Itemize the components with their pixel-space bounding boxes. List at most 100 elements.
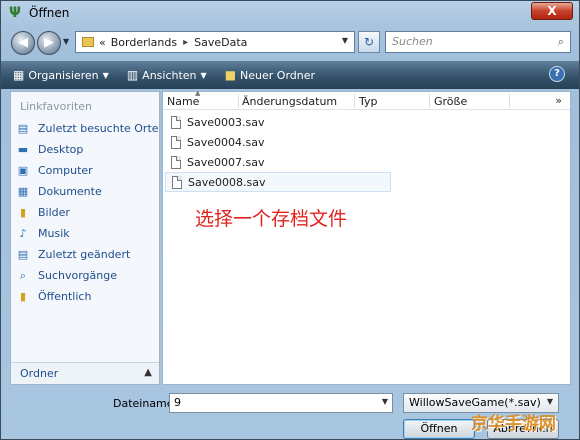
address-row: ◀ ▶ ▼ « Borderlands ▸ SaveData ▼ ↻ Suche… — [1, 27, 579, 59]
breadcrumb-prefix[interactable]: « — [99, 36, 106, 49]
public-folder-icon: ▮ — [19, 290, 27, 303]
window-title: Öffnen — [29, 6, 70, 20]
more-columns-icon[interactable]: » — [555, 94, 562, 107]
search-placeholder: Suchen — [392, 35, 433, 48]
new-folder-label: Neuer Ordner — [240, 68, 316, 82]
folders-label: Ordner — [20, 367, 59, 380]
file-name: Save0003.sav — [187, 115, 265, 129]
sidebar-item-label: Computer — [38, 164, 93, 177]
refresh-button[interactable]: ↻ — [358, 31, 380, 53]
file-icon — [171, 115, 181, 129]
file-name: Save0008.sav — [188, 175, 266, 189]
views-label: Ansichten — [142, 68, 197, 82]
column-modified[interactable]: Änderungsdatum — [242, 95, 337, 108]
app-icon: Ψ — [9, 5, 21, 21]
column-divider[interactable] — [238, 94, 239, 108]
file-icon — [171, 135, 181, 149]
chevron-down-icon: ▼ — [200, 70, 207, 80]
file-row[interactable]: Save0003.sav — [163, 112, 393, 132]
file-list: Name ▲ Änderungsdatum Typ Größe » Save00… — [162, 89, 571, 385]
folders-toggle[interactable]: Ordner ▲ — [11, 362, 159, 384]
filename-value: 9 — [174, 396, 181, 409]
new-folder-button[interactable]: ■ Neuer Ordner — [225, 68, 315, 82]
views-icon: ▥ — [126, 68, 139, 82]
back-button[interactable]: ◀ — [11, 31, 35, 55]
column-divider[interactable] — [354, 94, 355, 108]
breadcrumb-savedata[interactable]: SaveData — [194, 36, 247, 49]
address-dropdown-icon[interactable]: ▼ — [342, 36, 348, 45]
breadcrumb-borderlands[interactable]: Borderlands — [111, 36, 177, 49]
sidebar-item-computer[interactable]: ▣ Computer — [11, 160, 159, 181]
file-icon — [172, 175, 182, 189]
watermark-logo: 京华手游网 — [471, 414, 556, 434]
file-name: Save0004.sav — [187, 135, 265, 149]
column-divider[interactable] — [429, 94, 430, 108]
chevron-down-icon: ▼ — [546, 397, 553, 406]
computer-icon: ▣ — [17, 164, 29, 177]
filetype-value: WillowSaveGame(*.sav) — [409, 396, 541, 409]
file-row[interactable]: Save0007.sav — [163, 152, 393, 172]
sidebar-item-label: Zuletzt besuchte Orte — [38, 122, 159, 135]
sidebar-item-label: Zuletzt geändert — [38, 248, 131, 261]
sidebar-item-music[interactable]: ♪ Musik — [11, 223, 159, 244]
file-row[interactable]: Save0004.sav — [163, 132, 393, 152]
column-divider[interactable] — [509, 94, 510, 108]
forward-arrow-icon: ▶ — [44, 35, 54, 50]
sidebar-item-label: Suchvorgänge — [38, 269, 117, 282]
searches-icon: ⌕ — [19, 268, 27, 282]
sidebar-item-documents[interactable]: ▦ Dokumente — [11, 181, 159, 202]
sidebar-item-recent-places[interactable]: ▤ Zuletzt besuchte Orte — [11, 118, 159, 139]
breadcrumb-separator-icon[interactable]: ▸ — [183, 37, 188, 48]
search-input[interactable]: Suchen ⌕ — [385, 31, 571, 53]
chevron-up-icon: ▲ — [144, 367, 152, 378]
file-row[interactable]: Save0008.sav — [165, 172, 391, 192]
address-bar[interactable]: « Borderlands ▸ SaveData ▼ — [75, 31, 355, 53]
sidebar-item-searches[interactable]: ⌕ Suchvorgänge — [11, 265, 159, 286]
annotation-text: 选择一个存档文件 — [195, 208, 348, 230]
favorites-heading: Linkfavoriten — [20, 100, 93, 113]
sidebar-item-label: Musik — [38, 227, 70, 240]
organize-button[interactable]: ▦ Organisieren ▼ — [13, 68, 109, 82]
forward-button[interactable]: ▶ — [37, 31, 61, 55]
documents-icon: ▦ — [17, 185, 29, 198]
open-button[interactable]: Öffnen — [403, 419, 475, 439]
column-type[interactable]: Typ — [359, 95, 378, 108]
chevron-down-icon: ▼ — [102, 70, 109, 80]
back-arrow-icon: ◀ — [18, 35, 28, 50]
title-bar: Ψ Öffnen X — [1, 1, 579, 25]
chevron-down-icon[interactable]: ▼ — [382, 397, 388, 406]
music-icon: ♪ — [19, 227, 27, 240]
command-toolbar: ▦ Organisieren ▼ ▥ Ansichten ▼ ■ Neuer O… — [1, 61, 579, 89]
refresh-icon: ↻ — [363, 35, 375, 49]
column-size[interactable]: Größe — [434, 95, 467, 108]
recent-places-icon: ▤ — [17, 122, 29, 135]
sidebar-item-label: Öffentlich — [38, 290, 92, 303]
organize-icon: ▦ — [13, 68, 25, 82]
sidebar-item-public-folder[interactable]: ▮ Öffentlich — [11, 286, 159, 307]
search-icon[interactable]: ⌕ — [558, 35, 564, 49]
organize-label: Organisieren — [28, 68, 99, 82]
sidebar-item-label: Desktop — [38, 143, 84, 156]
sidebar-item-label: Dokumente — [38, 185, 102, 198]
filename-input[interactable]: 9 ▼ — [169, 393, 393, 413]
close-button[interactable]: X — [531, 2, 573, 20]
folder-icon — [82, 37, 94, 47]
open-file-dialog: Ψ Öffnen X ◀ ▶ ▼ « Borderlands ▸ SaveDat… — [0, 0, 580, 440]
new-folder-icon: ■ — [224, 68, 237, 82]
recently-changed-icon: ▤ — [17, 248, 29, 261]
desktop-icon: ▬ — [17, 143, 29, 156]
views-button[interactable]: ▥ Ansichten ▼ — [127, 68, 207, 82]
sidebar-item-desktop[interactable]: ▬ Desktop — [11, 139, 159, 160]
column-header: Name ▲ Änderungsdatum Typ Größe » — [163, 89, 570, 110]
sidebar-item-recently-changed[interactable]: ▤ Zuletzt geändert — [11, 244, 159, 265]
filename-label: Dateiname: — [113, 397, 178, 410]
recent-pages-dropdown[interactable]: ▼ — [63, 37, 69, 46]
sidebar-item-pictures-folder[interactable]: ▮ Bilder — [11, 202, 159, 223]
navigation-pane: Linkfavoriten ▤ Zuletzt besuchte Orte ▬ Des… — [10, 91, 160, 385]
file-icon — [171, 155, 181, 169]
sort-ascending-icon: ▲ — [195, 89, 201, 97]
sidebar-item-label: Bilder — [38, 206, 70, 219]
file-name: Save0007.sav — [187, 155, 265, 169]
help-button[interactable]: ? — [549, 66, 565, 82]
pictures-folder-icon: ▮ — [19, 206, 27, 219]
